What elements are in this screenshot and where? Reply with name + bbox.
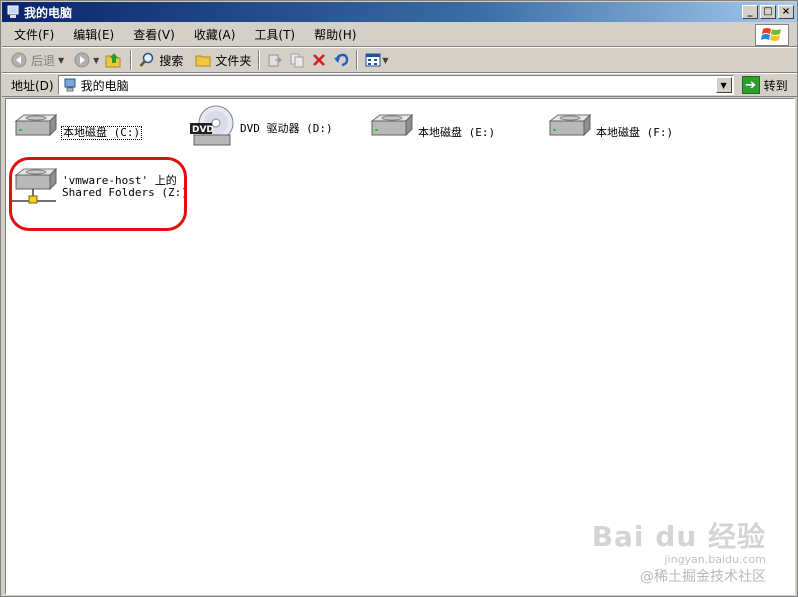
- toolbar-separator: [130, 50, 133, 70]
- move-to-icon: [268, 54, 283, 67]
- drive-item-e[interactable]: 本地磁盘 (E:): [366, 109, 495, 149]
- menu-tools[interactable]: 工具(T): [243, 25, 303, 45]
- forward-arrow-icon: [74, 52, 90, 68]
- undo-button[interactable]: [330, 49, 352, 71]
- drive-label: DVD 驱动器 (D:): [240, 122, 333, 135]
- windows-logo-icon: [755, 24, 789, 46]
- copy-to-button[interactable]: [286, 49, 308, 71]
- watermark: Bai du 经验 jingyan.baidu.com @稀土掘金技术社区: [592, 515, 766, 586]
- watermark-community: @稀土掘金技术社区: [640, 569, 766, 585]
- folders-label: 文件夹: [215, 53, 252, 68]
- address-dropdown-button[interactable]: ▼: [715, 77, 732, 93]
- dvd-drive-icon: DVD: [190, 105, 234, 146]
- drive-label: 本地磁盘 (C:): [60, 126, 143, 140]
- up-folder-button[interactable]: [102, 49, 126, 71]
- toolbar: 后退 ▼ ▼ 搜索 文件夹 ▼: [2, 47, 797, 73]
- hard-drive-icon: [548, 113, 592, 137]
- back-arrow-icon: [11, 52, 27, 68]
- watermark-brand: Bai du 经验: [591, 520, 766, 553]
- drive-list: 本地磁盘 (C:) DVD DVD 驱动器 (D:) 本地磁盘 (E:) 本地磁…: [5, 98, 795, 595]
- chevron-down-icon[interactable]: ▼: [93, 56, 99, 65]
- my-computer-icon: [7, 5, 19, 18]
- drive-item-f[interactable]: 本地磁盘 (F:): [544, 109, 673, 149]
- menu-view[interactable]: 查看(V): [122, 25, 183, 45]
- address-value: 我的电脑: [80, 78, 129, 93]
- my-computer-icon: [64, 78, 76, 92]
- drive-item-d[interactable]: DVD DVD 驱动器 (D:): [188, 103, 333, 151]
- search-icon: [139, 52, 154, 67]
- forward-button[interactable]: ▼: [71, 49, 102, 71]
- search-label: 搜索: [159, 53, 184, 68]
- menu-favorites[interactable]: 收藏(A): [183, 25, 244, 45]
- address-bar: 地址(D) 我的电脑 ▼ ➔ 转到: [2, 73, 797, 97]
- search-button[interactable]: 搜索: [136, 49, 186, 71]
- folder-icon: [195, 55, 211, 67]
- close-button[interactable]: ×: [778, 5, 794, 19]
- hard-drive-icon: [370, 113, 414, 137]
- folders-button[interactable]: 文件夹: [192, 49, 254, 71]
- delete-button[interactable]: [308, 49, 330, 71]
- delete-icon: [313, 54, 326, 66]
- up-folder-icon: [105, 53, 121, 68]
- go-label: 转到: [763, 78, 788, 93]
- hard-drive-icon: [14, 113, 58, 137]
- copy-to-icon: [290, 53, 304, 68]
- toolbar-separator: [356, 50, 359, 70]
- address-label: 地址(D): [11, 78, 54, 93]
- maximize-button[interactable]: □: [760, 5, 776, 19]
- title-bar[interactable]: 我的电脑 _ □ ×: [2, 2, 797, 22]
- go-arrow-icon: ➔: [741, 76, 760, 94]
- views-button[interactable]: ▼: [362, 49, 391, 71]
- chevron-down-icon[interactable]: ▼: [58, 56, 64, 65]
- undo-icon: [334, 53, 349, 67]
- menu-file[interactable]: 文件(F): [2, 25, 62, 45]
- svg-text:DVD: DVD: [192, 125, 214, 135]
- window-title: 我的电脑: [24, 5, 73, 20]
- go-button[interactable]: ➔ 转到: [741, 76, 788, 94]
- menu-bar: 文件(F) 编辑(E) 查看(V) 收藏(A) 工具(T) 帮助(H): [2, 23, 797, 47]
- move-to-button[interactable]: [264, 49, 286, 71]
- explorer-window: 我的电脑 _ □ × 文件(F) 编辑(E) 查看(V) 收藏(A) 工具(T)…: [0, 0, 798, 597]
- minimize-button[interactable]: _: [742, 5, 758, 19]
- toolbar-separator: [258, 50, 261, 70]
- address-input[interactable]: 我的电脑 ▼: [57, 75, 734, 95]
- chevron-down-icon[interactable]: ▼: [382, 56, 388, 65]
- drive-label: 本地磁盘 (F:): [596, 126, 674, 139]
- back-button[interactable]: 后退 ▼: [8, 49, 67, 71]
- drive-label: 本地磁盘 (E:): [418, 126, 496, 139]
- views-icon: [365, 53, 381, 67]
- menu-edit[interactable]: 编辑(E): [62, 25, 122, 45]
- back-label: 后退: [31, 53, 56, 68]
- drive-item-c[interactable]: 本地磁盘 (C:): [10, 109, 143, 149]
- menu-help[interactable]: 帮助(H): [303, 25, 364, 45]
- annotation-highlight-circle: [9, 157, 187, 231]
